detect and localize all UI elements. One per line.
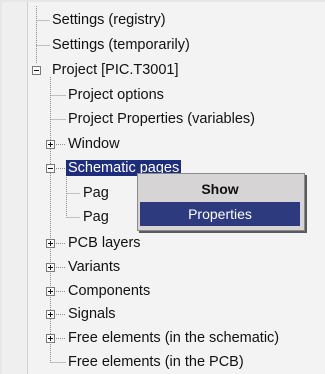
tree-item-project[interactable]: Project [PIC.T3001] — [52, 60, 179, 80]
menu-item-properties[interactable]: Properties — [140, 202, 300, 226]
collapse-toggle-icon[interactable] — [46, 164, 55, 173]
tree-item-settings-temporarily[interactable]: Settings (temporarily) — [52, 35, 190, 55]
tree-view: Settings (registry) Settings (temporaril… — [27, 2, 325, 374]
tree-item-pcb-layers[interactable]: PCB layers — [68, 233, 141, 253]
tree-item-label: Project Properties (variables) — [68, 111, 255, 127]
tree-item-label: Free elements (in the PCB) — [68, 354, 244, 370]
expand-toggle-icon[interactable] — [46, 239, 55, 248]
expand-toggle-icon[interactable] — [46, 263, 55, 272]
expand-toggle-icon[interactable] — [46, 334, 55, 343]
tree-item-label: Free elements (in the schematic) — [68, 330, 280, 346]
tree-item-page[interactable]: Pag — [83, 183, 109, 203]
tree-item-label: Settings (registry) — [52, 12, 166, 28]
context-menu: Show Properties — [137, 173, 305, 231]
tree-item-project-properties[interactable]: Project Properties (variables) — [68, 109, 255, 129]
collapse-toggle-icon[interactable] — [32, 66, 41, 75]
tree-item-label: Components — [68, 283, 151, 299]
tree-item-page[interactable]: Pag — [83, 207, 109, 227]
tree-item-settings-registry[interactable]: Settings (registry) — [52, 10, 166, 30]
tree-item-free-elements-pcb[interactable]: Free elements (in the PCB) — [68, 352, 244, 372]
expand-toggle-icon[interactable] — [46, 140, 55, 149]
tree-item-window[interactable]: Window — [68, 134, 120, 154]
tree-item-label: Window — [68, 136, 120, 152]
menu-item-show[interactable]: Show — [140, 177, 300, 201]
tree-item-label: Variants — [68, 259, 121, 275]
tree-panel: Settings (registry) Settings (temporaril… — [2, 2, 325, 374]
tree-item-label: Signals — [68, 306, 116, 322]
tree-item-project-options[interactable]: Project options — [68, 85, 164, 105]
tree-item-signals[interactable]: Signals — [68, 304, 116, 324]
expand-toggle-icon[interactable] — [46, 310, 55, 319]
tree-item-label: PCB layers — [68, 235, 141, 251]
expand-toggle-icon[interactable] — [46, 287, 55, 296]
tree-item-label: Project options — [68, 87, 164, 103]
tree-item-label: Settings (temporarily) — [52, 37, 190, 53]
tree-item-free-elements-schematic[interactable]: Free elements (in the schematic) — [68, 328, 279, 348]
tree-item-label: Project [PIC.T3001] — [52, 62, 179, 78]
tree-item-components[interactable]: Components — [68, 281, 150, 301]
tree-item-variants[interactable]: Variants — [68, 257, 120, 277]
tree-item-label: Pag — [83, 185, 109, 201]
tree-item-label: Pag — [83, 209, 109, 225]
